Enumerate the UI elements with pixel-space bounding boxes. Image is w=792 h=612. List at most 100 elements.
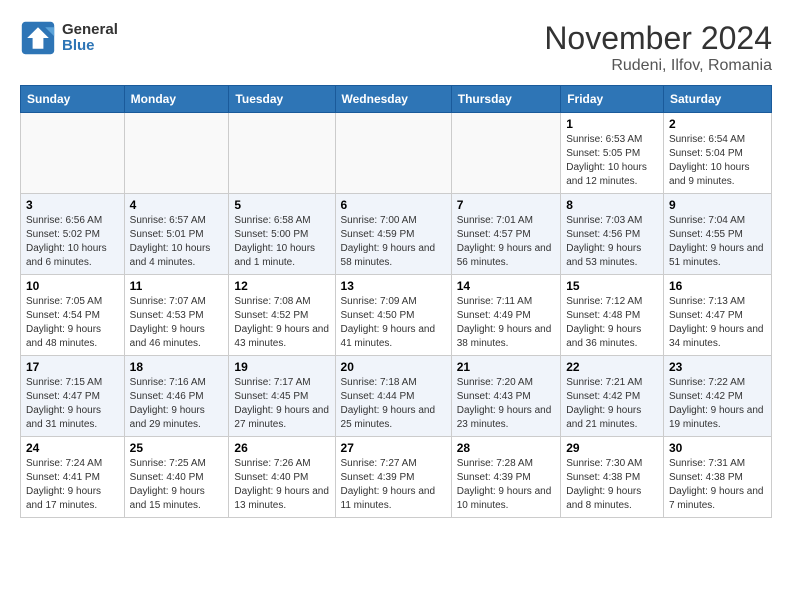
day-info: Sunrise: 6:53 AM Sunset: 5:05 PM Dayligh… — [566, 133, 658, 189]
day-info: Sunrise: 7:12 AM Sunset: 4:48 PM Dayligh… — [566, 295, 658, 351]
logo-text: General Blue — [62, 22, 118, 55]
day-number: 7 — [457, 198, 555, 212]
day-info: Sunrise: 7:24 AM Sunset: 4:41 PM Dayligh… — [26, 457, 119, 513]
calendar-cell — [124, 113, 229, 194]
day-info: Sunrise: 7:11 AM Sunset: 4:49 PM Dayligh… — [457, 295, 555, 351]
calendar-cell: 5 Sunrise: 6:58 AM Sunset: 5:00 PM Daylig… — [229, 194, 335, 275]
day-number: 30 — [669, 441, 766, 455]
day-number: 1 — [566, 117, 658, 131]
calendar-cell: 27 Sunrise: 7:27 AM Sunset: 4:39 PM Dayli… — [335, 437, 451, 518]
calendar-cell: 19 Sunrise: 7:17 AM Sunset: 4:45 PM Dayli… — [229, 356, 335, 437]
column-header-saturday: Saturday — [663, 86, 771, 113]
calendar-cell: 10 Sunrise: 7:05 AM Sunset: 4:54 PM Dayli… — [21, 275, 125, 356]
day-number: 22 — [566, 360, 658, 374]
month-title: November 2024 — [544, 20, 772, 57]
calendar-cell — [229, 113, 335, 194]
day-number: 6 — [341, 198, 446, 212]
calendar-table: SundayMondayTuesdayWednesdayThursdayFrid… — [20, 85, 772, 518]
day-number: 28 — [457, 441, 555, 455]
calendar-cell — [335, 113, 451, 194]
logo-blue: Blue — [62, 37, 95, 54]
calendar-cell: 14 Sunrise: 7:11 AM Sunset: 4:49 PM Dayli… — [451, 275, 560, 356]
day-info: Sunrise: 7:25 AM Sunset: 4:40 PM Dayligh… — [130, 457, 224, 513]
calendar-week-row: 24Sunrise: 7:24 AM Sunset: 4:41 PM Dayli… — [21, 437, 772, 518]
day-info: Sunrise: 7:18 AM Sunset: 4:44 PM Dayligh… — [341, 376, 446, 432]
calendar-cell: 6 Sunrise: 7:00 AM Sunset: 4:59 PM Daylig… — [335, 194, 451, 275]
calendar-cell: 15 Sunrise: 7:12 AM Sunset: 4:48 PM Dayli… — [561, 275, 664, 356]
column-header-thursday: Thursday — [451, 86, 560, 113]
calendar-week-row: 3Sunrise: 6:56 AM Sunset: 5:02 PM Daylig… — [21, 194, 772, 275]
day-number: 2 — [669, 117, 766, 131]
calendar-week-row: 10 Sunrise: 7:05 AM Sunset: 4:54 PM Dayli… — [21, 275, 772, 356]
day-number: 19 — [234, 360, 329, 374]
day-info: Sunrise: 7:00 AM Sunset: 4:59 PM Dayligh… — [341, 214, 446, 270]
calendar-cell: 3Sunrise: 6:56 AM Sunset: 5:02 PM Daylig… — [21, 194, 125, 275]
day-info: Sunrise: 7:03 AM Sunset: 4:56 PM Dayligh… — [566, 214, 658, 270]
day-number: 29 — [566, 441, 658, 455]
column-header-sunday: Sunday — [21, 86, 125, 113]
day-number: 10 — [26, 279, 119, 293]
logo-icon — [20, 20, 56, 56]
day-info: Sunrise: 7:27 AM Sunset: 4:39 PM Dayligh… — [341, 457, 446, 513]
calendar-cell: 26Sunrise: 7:26 AM Sunset: 4:40 PM Dayli… — [229, 437, 335, 518]
calendar-cell: 16Sunrise: 7:13 AM Sunset: 4:47 PM Dayli… — [663, 275, 771, 356]
day-info: Sunrise: 7:13 AM Sunset: 4:47 PM Dayligh… — [669, 295, 766, 351]
calendar-cell — [21, 113, 125, 194]
day-number: 18 — [130, 360, 224, 374]
day-info: Sunrise: 7:08 AM Sunset: 4:52 PM Dayligh… — [234, 295, 329, 351]
calendar-cell: 4 Sunrise: 6:57 AM Sunset: 5:01 PM Daylig… — [124, 194, 229, 275]
title-block: November 2024 Rudeni, Ilfov, Romania — [544, 20, 772, 75]
calendar-cell — [451, 113, 560, 194]
logo: General Blue — [20, 20, 118, 56]
day-number: 20 — [341, 360, 446, 374]
day-info: Sunrise: 7:22 AM Sunset: 4:42 PM Dayligh… — [669, 376, 766, 432]
calendar-week-row: 17Sunrise: 7:15 AM Sunset: 4:47 PM Dayli… — [21, 356, 772, 437]
column-header-tuesday: Tuesday — [229, 86, 335, 113]
calendar-cell: 24Sunrise: 7:24 AM Sunset: 4:41 PM Dayli… — [21, 437, 125, 518]
day-number: 12 — [234, 279, 329, 293]
calendar-cell: 23 Sunrise: 7:22 AM Sunset: 4:42 PM Dayli… — [663, 356, 771, 437]
column-header-monday: Monday — [124, 86, 229, 113]
location: Rudeni, Ilfov, Romania — [544, 57, 772, 75]
calendar-cell: 29 Sunrise: 7:30 AM Sunset: 4:38 PM Dayli… — [561, 437, 664, 518]
day-info: Sunrise: 7:09 AM Sunset: 4:50 PM Dayligh… — [341, 295, 446, 351]
calendar-week-row: 1 Sunrise: 6:53 AM Sunset: 5:05 PM Daylig… — [21, 113, 772, 194]
day-info: Sunrise: 7:07 AM Sunset: 4:53 PM Dayligh… — [130, 295, 224, 351]
calendar-cell: 25 Sunrise: 7:25 AM Sunset: 4:40 PM Dayli… — [124, 437, 229, 518]
day-number: 25 — [130, 441, 224, 455]
day-info: Sunrise: 7:17 AM Sunset: 4:45 PM Dayligh… — [234, 376, 329, 432]
day-info: Sunrise: 7:05 AM Sunset: 4:54 PM Dayligh… — [26, 295, 119, 351]
calendar-cell: 12 Sunrise: 7:08 AM Sunset: 4:52 PM Dayli… — [229, 275, 335, 356]
column-header-wednesday: Wednesday — [335, 86, 451, 113]
calendar-cell: 13 Sunrise: 7:09 AM Sunset: 4:50 PM Dayli… — [335, 275, 451, 356]
day-number: 26 — [234, 441, 329, 455]
day-number: 27 — [341, 441, 446, 455]
day-number: 13 — [341, 279, 446, 293]
day-number: 4 — [130, 198, 224, 212]
calendar-cell: 22Sunrise: 7:21 AM Sunset: 4:42 PM Dayli… — [561, 356, 664, 437]
day-info: Sunrise: 6:57 AM Sunset: 5:01 PM Dayligh… — [130, 214, 224, 270]
calendar-cell: 21Sunrise: 7:20 AM Sunset: 4:43 PM Dayli… — [451, 356, 560, 437]
logo-general: General — [62, 21, 118, 38]
day-number: 23 — [669, 360, 766, 374]
calendar-cell: 17Sunrise: 7:15 AM Sunset: 4:47 PM Dayli… — [21, 356, 125, 437]
calendar-header-row: SundayMondayTuesdayWednesdayThursdayFrid… — [21, 86, 772, 113]
calendar-cell: 18Sunrise: 7:16 AM Sunset: 4:46 PM Dayli… — [124, 356, 229, 437]
day-info: Sunrise: 6:56 AM Sunset: 5:02 PM Dayligh… — [26, 214, 119, 270]
day-number: 17 — [26, 360, 119, 374]
day-info: Sunrise: 7:31 AM Sunset: 4:38 PM Dayligh… — [669, 457, 766, 513]
column-header-friday: Friday — [561, 86, 664, 113]
day-info: Sunrise: 7:28 AM Sunset: 4:39 PM Dayligh… — [457, 457, 555, 513]
day-info: Sunrise: 7:01 AM Sunset: 4:57 PM Dayligh… — [457, 214, 555, 270]
calendar-cell: 1 Sunrise: 6:53 AM Sunset: 5:05 PM Daylig… — [561, 113, 664, 194]
calendar-cell: 30 Sunrise: 7:31 AM Sunset: 4:38 PM Dayli… — [663, 437, 771, 518]
day-number: 15 — [566, 279, 658, 293]
day-number: 11 — [130, 279, 224, 293]
day-number: 14 — [457, 279, 555, 293]
calendar-cell: 20 Sunrise: 7:18 AM Sunset: 4:44 PM Dayli… — [335, 356, 451, 437]
calendar-cell: 8Sunrise: 7:03 AM Sunset: 4:56 PM Daylig… — [561, 194, 664, 275]
calendar-cell: 28 Sunrise: 7:28 AM Sunset: 4:39 PM Dayli… — [451, 437, 560, 518]
day-info: Sunrise: 7:30 AM Sunset: 4:38 PM Dayligh… — [566, 457, 658, 513]
day-info: Sunrise: 6:58 AM Sunset: 5:00 PM Dayligh… — [234, 214, 329, 270]
day-number: 5 — [234, 198, 329, 212]
